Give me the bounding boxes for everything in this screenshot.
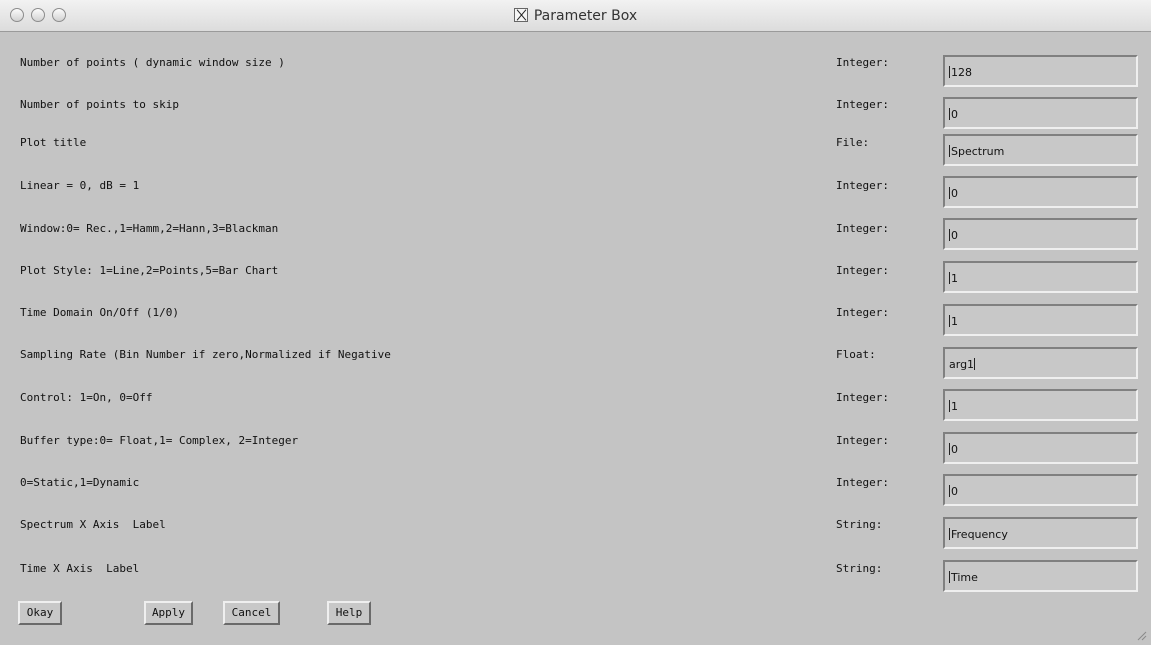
text-cursor (949, 66, 950, 78)
text-cursor (949, 187, 950, 199)
param-label-sampling-rate: Sampling Rate (Bin Number if zero,Normal… (20, 348, 391, 361)
window-title-container: Parameter Box (0, 0, 1151, 32)
param-label-static-dynamic: 0=Static,1=Dynamic (20, 476, 140, 489)
param-label-plot-style: Plot Style: 1=Line,2=Points,5=Bar Chart (20, 264, 279, 277)
param-label-num-points: Number of points ( dynamic window size ) (20, 56, 285, 69)
param-label-time-domain: Time Domain On/Off (1/0) (20, 306, 179, 319)
param-label-points-skip: Number of points to skip (20, 98, 179, 111)
param-type-points-skip: Integer: (836, 98, 889, 111)
param-value-plot-style: 1 (951, 272, 958, 285)
text-cursor (949, 145, 950, 157)
param-type-time-domain: Integer: (836, 306, 889, 319)
param-label-buffer-type: Buffer type:0= Float,1= Complex, 2=Integ… (20, 434, 299, 447)
param-value-time-domain: 1 (951, 315, 958, 328)
help-button[interactable]: Help (327, 601, 371, 625)
parameter-box-window: Parameter Box Number of points ( dynamic… (0, 0, 1151, 645)
text-cursor (949, 229, 950, 241)
param-input-time-x-label[interactable]: Time (943, 560, 1138, 592)
param-label-control: Control: 1=On, 0=Off (20, 391, 153, 404)
param-input-time-domain[interactable]: 1 (943, 304, 1138, 336)
window-title: Parameter Box (533, 8, 638, 24)
text-cursor (949, 485, 950, 497)
text-cursor (949, 400, 950, 412)
title-bar[interactable]: Parameter Box (0, 0, 1151, 32)
param-type-control: Integer: (836, 391, 889, 404)
param-type-spectrum-x-label: String: (836, 518, 883, 531)
okay-button[interactable]: Okay (18, 601, 62, 625)
text-cursor (949, 272, 950, 284)
param-input-control[interactable]: 1 (943, 389, 1138, 421)
param-label-linear-db: Linear = 0, dB = 1 (20, 179, 140, 192)
param-value-points-skip: 0 (951, 108, 958, 121)
param-value-num-points: 128 (951, 66, 972, 79)
param-type-static-dynamic: Integer: (836, 476, 889, 489)
text-cursor (949, 443, 950, 455)
param-value-linear-db: 0 (951, 187, 958, 200)
param-input-plot-title[interactable]: Spectrum (943, 134, 1138, 166)
param-input-plot-style[interactable]: 1 (943, 261, 1138, 293)
param-value-spectrum-x-label: Frequency (951, 528, 1008, 541)
param-input-points-skip[interactable]: 0 (943, 97, 1138, 129)
param-label-plot-title: Plot title (20, 136, 87, 149)
param-type-num-points: Integer: (836, 56, 889, 69)
param-type-buffer-type: Integer: (836, 434, 889, 447)
param-input-linear-db[interactable]: 0 (943, 176, 1138, 208)
param-type-sampling-rate: Float: (836, 348, 876, 361)
apply-button[interactable]: Apply (144, 601, 193, 625)
cancel-button[interactable]: Cancel (223, 601, 280, 625)
text-cursor (949, 108, 950, 120)
param-value-buffer-type: 0 (951, 443, 958, 456)
param-input-static-dynamic[interactable]: 0 (943, 474, 1138, 506)
param-label-window: Window:0= Rec.,1=Hamm,2=Hann,3=Blackman (20, 222, 279, 235)
param-label-time-x-label: Time X Axis Label (20, 562, 140, 575)
text-cursor (949, 315, 950, 327)
param-label-spectrum-x-label: Spectrum X Axis Label (20, 518, 166, 531)
param-value-sampling-rate: arg1 (949, 358, 975, 371)
param-value-control: 1 (951, 400, 958, 413)
param-type-time-x-label: String: (836, 562, 883, 575)
param-input-spectrum-x-label[interactable]: Frequency (943, 517, 1138, 549)
x11-app-icon (513, 8, 528, 22)
parameter-panel: Number of points ( dynamic window size )… (0, 32, 1151, 645)
param-value-window: 0 (951, 229, 958, 242)
param-value-plot-title: Spectrum (951, 145, 1005, 158)
param-type-linear-db: Integer: (836, 179, 889, 192)
param-input-buffer-type[interactable]: 0 (943, 432, 1138, 464)
param-type-plot-style: Integer: (836, 264, 889, 277)
param-input-window[interactable]: 0 (943, 218, 1138, 250)
param-value-static-dynamic: 0 (951, 485, 958, 498)
text-cursor (949, 571, 950, 583)
param-type-window: Integer: (836, 222, 889, 235)
param-type-plot-title: File: (836, 136, 870, 149)
param-input-sampling-rate[interactable]: arg1 (943, 347, 1138, 379)
resize-grip-icon[interactable] (1135, 629, 1147, 641)
text-cursor (974, 358, 976, 370)
param-input-num-points[interactable]: 128 (943, 55, 1138, 87)
param-value-time-x-label: Time (951, 571, 978, 584)
text-cursor (949, 528, 950, 540)
